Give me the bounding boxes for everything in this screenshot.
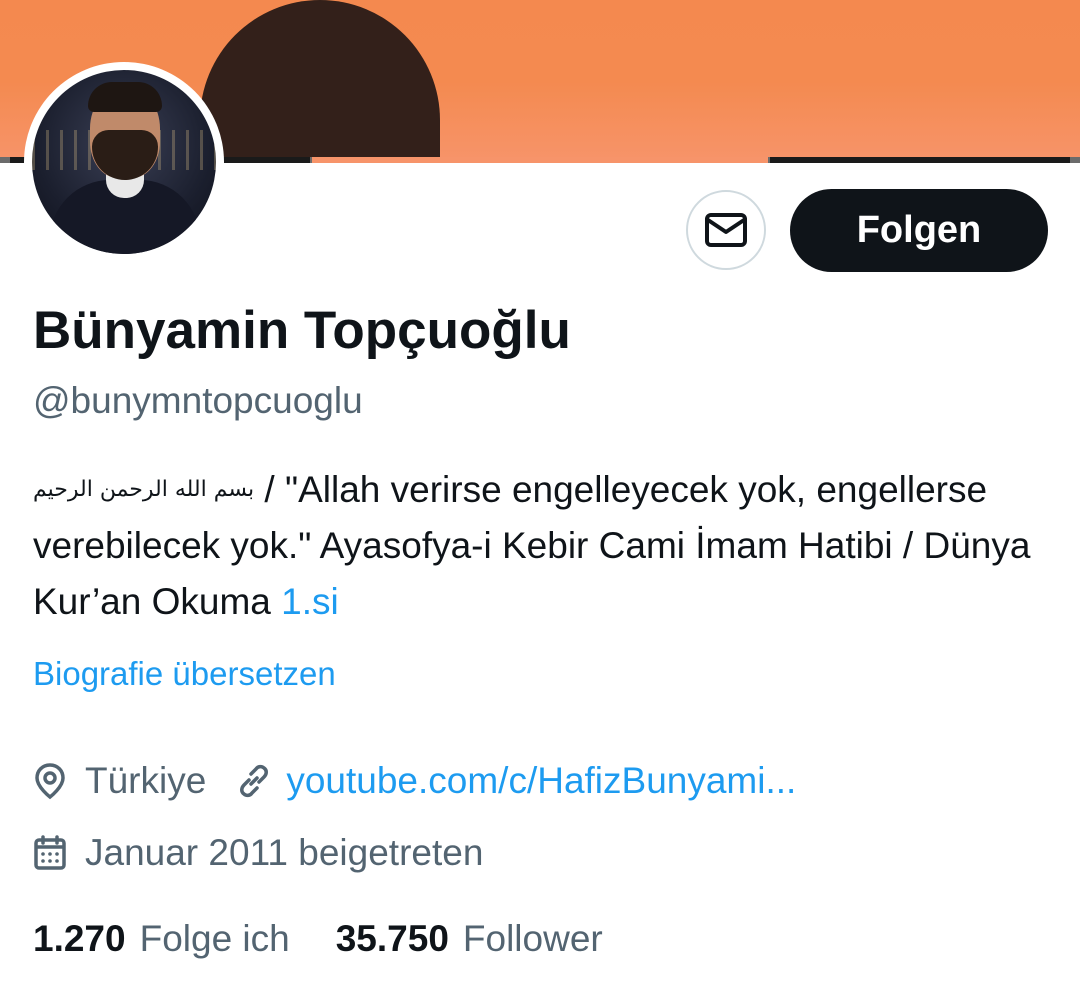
link-icon <box>236 763 272 799</box>
profile-website-link[interactable]: youtube.com/c/HafizBunyami... <box>286 760 796 802</box>
avatar-image <box>32 70 216 254</box>
translate-bio-link[interactable]: Biografie übersetzen <box>33 652 336 696</box>
mail-icon <box>704 212 748 248</box>
profile-bio: بسم الله الرحمن الرحيم / "Allah verirse … <box>33 462 1033 630</box>
avatar[interactable] <box>24 62 224 262</box>
banner-silhouette <box>200 0 440 163</box>
calendar-icon <box>33 835 67 871</box>
bio-link[interactable]: 1.si <box>281 581 339 622</box>
profile-stats: 1.270 Folge ich 35.750 Follower <box>33 912 603 966</box>
followers-count: 35.750 <box>335 918 449 959</box>
location-pin-icon <box>33 762 67 800</box>
profile-handle: @bunymntopcuoglu <box>33 380 363 421</box>
following-stat[interactable]: 1.270 Folge ich <box>33 918 290 960</box>
profile-meta-row: Januar 2011 beigetreten <box>33 828 483 878</box>
profile-page: Folgen Bünyamin Topçuoğlu @bunymntopcuog… <box>0 0 1080 997</box>
profile-location: Türkiye <box>85 760 207 801</box>
followers-stat[interactable]: 35.750 Follower <box>336 918 603 960</box>
following-label: Folge ich <box>139 918 290 959</box>
followers-label: Follower <box>462 918 603 959</box>
message-button[interactable] <box>686 190 766 270</box>
following-count: 1.270 <box>33 918 126 959</box>
follow-button[interactable]: Folgen <box>790 189 1048 272</box>
profile-meta-row: Türkiye youtube.com/c/HafizBunyami... <box>33 756 796 806</box>
story-progress-segment <box>312 157 768 163</box>
profile-joined-date: Januar 2011 beigetreten <box>85 832 484 873</box>
profile-name: Bünyamin Topçuoğlu <box>33 301 571 360</box>
story-progress-segment <box>770 157 1070 163</box>
bio-basmala: بسم الله الرحمن الرحيم <box>33 477 255 502</box>
